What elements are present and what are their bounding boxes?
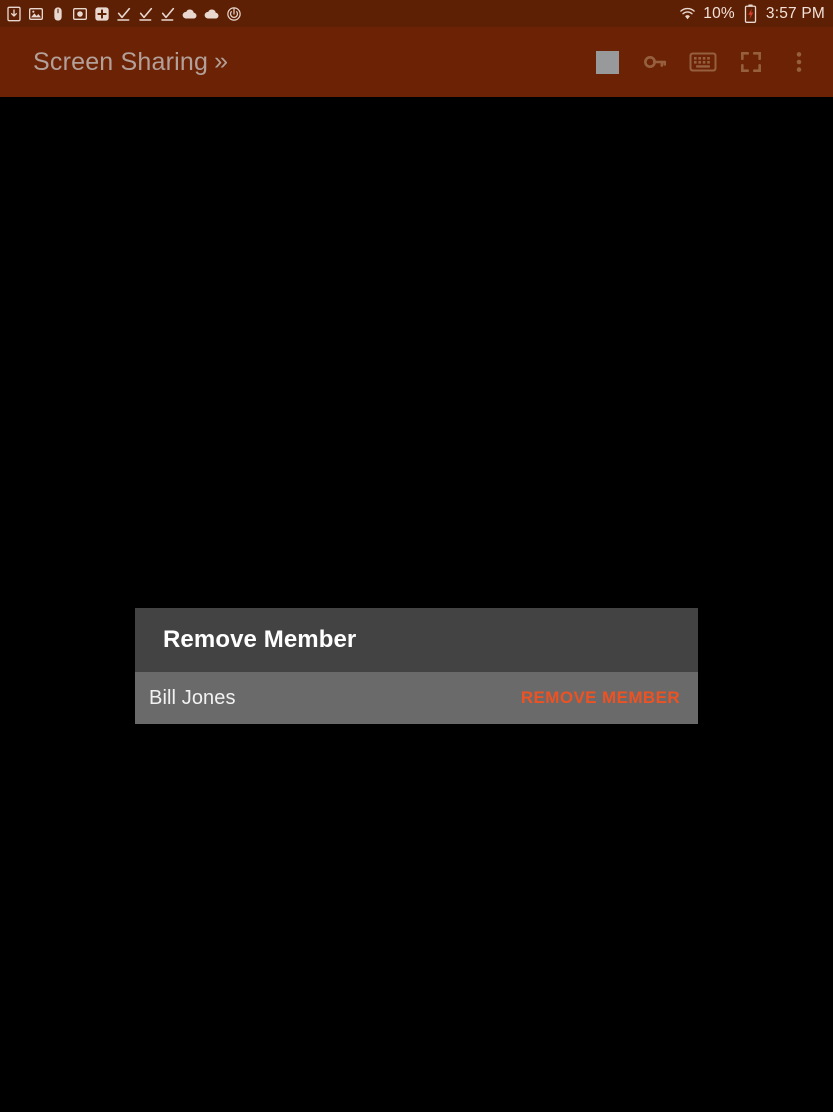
remove-member-dialog: Remove Member Bill Jones REMOVE MEMBER — [135, 608, 698, 724]
overflow-menu-button[interactable] — [775, 38, 823, 86]
stop-sharing-button[interactable] — [583, 38, 631, 86]
double-chevron-right-icon: » — [214, 46, 229, 75]
fullscreen-icon — [738, 49, 764, 75]
more-vert-icon — [788, 49, 810, 75]
stop-square-icon — [595, 50, 619, 74]
add-circle-icon — [92, 4, 111, 23]
dialog-header: Remove Member — [135, 608, 698, 672]
power-icon — [224, 4, 243, 23]
remove-member-button[interactable]: REMOVE MEMBER — [521, 688, 680, 708]
download-complete-icon — [114, 4, 133, 23]
page-title: Screen Sharing — [33, 47, 209, 76]
download-complete-icon — [136, 4, 155, 23]
screenshot-icon — [26, 4, 45, 23]
remote-screen-canvas[interactable]: Remove Member Bill Jones REMOVE MEMBER — [0, 97, 833, 1112]
app-bar: Screen Sharing » — [0, 27, 833, 97]
app-bar-actions — [583, 38, 833, 86]
password-button[interactable] — [631, 38, 679, 86]
android-screen: 10% 3:57 PM Screen Sharing » Remove Memb… — [0, 0, 833, 1112]
keyboard-button[interactable] — [679, 38, 727, 86]
battery-low-icon — [741, 4, 760, 23]
key-icon — [642, 49, 668, 75]
status-bar: 10% 3:57 PM — [0, 0, 833, 27]
keyboard-icon — [689, 48, 717, 76]
clock-label: 3:57 PM — [765, 4, 825, 22]
wifi-icon — [678, 4, 697, 23]
status-bar-notification-icons — [4, 4, 678, 23]
dialog-title: Remove Member — [163, 626, 357, 653]
member-name-label: Bill Jones — [149, 686, 236, 709]
cloud-icon — [202, 4, 221, 23]
camera-icon — [70, 4, 89, 23]
member-list-item[interactable]: Bill Jones REMOVE MEMBER — [135, 672, 698, 724]
app-title-group: Screen Sharing » — [33, 48, 228, 77]
fullscreen-button[interactable] — [727, 38, 775, 86]
battery-percent-label: 10% — [703, 4, 735, 22]
status-bar-system-icons: 10% 3:57 PM — [678, 4, 825, 23]
cloud-icon — [180, 4, 199, 23]
download-complete-icon — [158, 4, 177, 23]
mouse-icon — [48, 4, 67, 23]
download-icon — [4, 4, 23, 23]
